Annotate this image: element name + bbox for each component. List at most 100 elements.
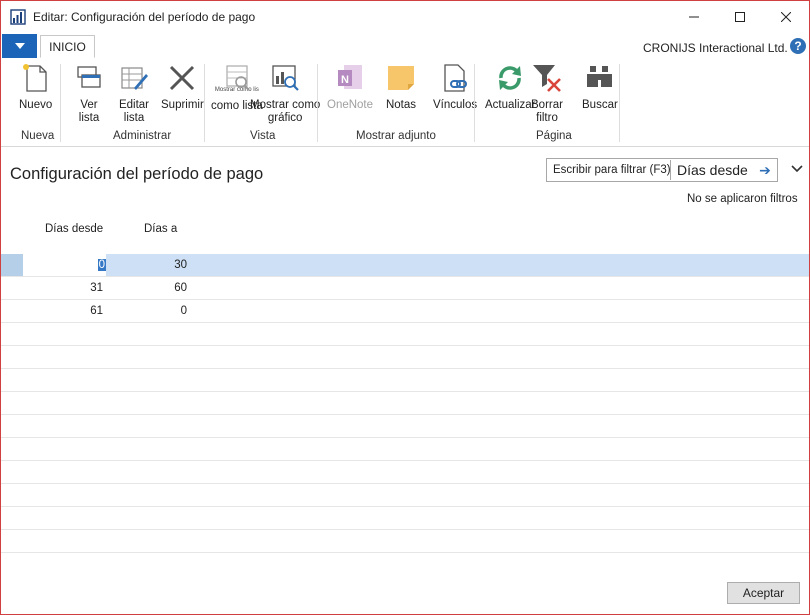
view-list-icon [77,66,101,88]
chevron-down-icon[interactable] [790,162,804,176]
close-button[interactable] [763,1,809,33]
row-selector[interactable] [1,254,23,276]
links-button[interactable]: Vínculos [433,62,477,112]
grid-header: Días desde Días a [1,221,809,241]
empty-row [1,346,809,369]
group-label-vista: Vista [250,130,276,142]
new-button-label: Nuevo [19,99,53,111]
clear-filter-label-2: filtro [536,112,558,124]
clear-filter-label-1: Borrar [531,99,563,111]
notes-label: Notas [385,99,417,111]
tab-inicio[interactable]: INICIO [40,35,95,58]
cell-dias-a[interactable]: 30 [106,254,187,276]
maximize-icon [735,12,745,22]
empty-row [1,484,809,507]
filter-apply-arrow-icon[interactable]: ➔ [754,160,776,180]
cell-dias-a[interactable]: 0 [106,300,187,322]
delete-button[interactable]: Suprimir [161,62,204,112]
filter-status-text: No se aplicaron filtros [687,193,798,205]
app-chart-icon [10,9,26,25]
group-label-pagina: Página [536,130,572,142]
svg-text:N: N [341,74,349,86]
filter-field-select[interactable]: Días desde [670,160,753,180]
onenote-icon: N [338,65,363,89]
ribbon-separator [60,64,61,142]
application-menu-button[interactable] [2,34,37,58]
empty-row [1,530,809,553]
view-list-button[interactable]: Ver lista [73,62,105,125]
new-button[interactable]: Nuevo [19,62,52,112]
group-label-mostrar-adjunto: Mostrar adjunto [356,130,436,142]
edit-list-icon [121,67,148,90]
empty-row [1,438,809,461]
show-as-chart-icon [272,65,299,91]
cell-dias-a[interactable]: 60 [106,277,187,299]
cell-dias-desde[interactable]: 31 [23,277,103,299]
empty-row [1,415,809,438]
view-list-label-1: Ver [80,99,98,111]
show-as-chart-label-1: Mostrar como [250,99,321,111]
edit-list-label-2: lista [123,112,145,124]
cell-dias-desde[interactable]: 61 [23,300,103,322]
accept-button[interactable]: Aceptar [727,582,800,604]
empty-row [1,369,809,392]
sticky-note-icon [388,66,414,90]
edit-list-button[interactable]: Editar lista [118,62,150,125]
onenote-button[interactable]: N OneNote [327,62,373,112]
delete-button-label: Suprimir [161,99,204,111]
grid-rows: 0 30 31 60 61 0 [1,254,809,553]
window-title: Editar: Configuración del período de pag… [33,10,256,24]
refresh-icon [499,66,522,90]
table-row[interactable]: 0 30 [1,254,809,277]
show-as-list-icon [226,65,250,91]
cell-dias-desde[interactable]: 0 [23,254,106,276]
refresh-label: Actualizar [485,99,536,111]
edit-list-label-1: Editar [118,99,150,111]
title-bar: Editar: Configuración del período de pag… [1,1,809,33]
clear-filter-icon [533,65,561,92]
minimize-button[interactable] [671,1,717,33]
show-as-chart-button[interactable]: Mostrar como gráfico [250,62,320,125]
ribbon-separator [204,64,205,142]
show-as-chart-label-2: gráfico [267,112,303,124]
search-button[interactable]: Buscar [582,62,618,112]
notes-button[interactable]: Notas [385,62,417,112]
minimize-icon [689,16,699,18]
dialog-window: Editar: Configuración del período de pag… [0,0,810,615]
close-icon [781,12,791,22]
search-label: Buscar [582,99,618,111]
page-title: Configuración del período de pago [10,165,264,183]
link-document-icon [444,64,468,92]
maximize-button[interactable] [717,1,763,33]
row-selector[interactable] [1,277,23,299]
group-label-nueva: Nueva [21,130,55,142]
ribbon-separator [619,64,620,142]
empty-row [1,461,809,484]
ribbon-separator [317,64,318,142]
column-header-dias-desde[interactable]: Días desde [45,223,103,235]
group-label-administrar: Administrar [113,130,172,142]
row-selector[interactable] [1,300,23,322]
onenote-label: OneNote [327,99,374,111]
filter-box[interactable]: Escribir para filtrar (F3) Días desde ➔ [546,158,778,182]
help-icon[interactable]: ? [790,38,806,54]
links-label: Vínculos [433,99,478,111]
view-list-label-2: lista [78,112,100,124]
empty-row [1,392,809,415]
refresh-button[interactable]: Actualizar [485,62,536,112]
company-name[interactable]: CRONIJS Interactional Ltd. [643,41,788,55]
dropdown-arrow-icon [14,43,25,49]
binoculars-icon [586,66,612,87]
column-header-dias-a[interactable]: Días a [144,223,177,235]
delete-x-icon [170,65,195,91]
new-document-icon [22,64,47,92]
ribbon-tab-row: INICIO CRONIJS Interactional Ltd. ? [1,33,809,59]
table-row[interactable]: 61 0 [1,300,809,323]
empty-row [1,323,809,346]
cell-value[interactable]: 0 [97,259,106,271]
empty-row [1,507,809,530]
filter-input-label[interactable]: Escribir para filtrar (F3) [553,164,671,176]
table-row[interactable]: 31 60 [1,277,809,300]
clear-filter-button[interactable]: Borrar filtro [531,62,563,125]
ribbon: Nuevo Nueva Ver lista Editar lista Supri… [1,58,809,147]
